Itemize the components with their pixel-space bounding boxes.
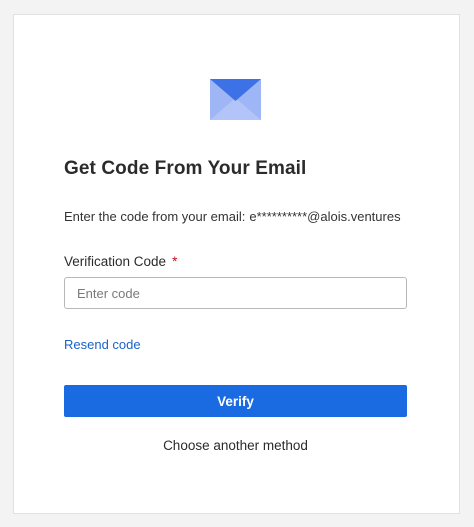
verify-button[interactable]: Verify bbox=[64, 385, 407, 417]
instructions-text: Enter the code from your email: e********… bbox=[64, 209, 401, 224]
resend-code-link[interactable]: Resend code bbox=[64, 337, 141, 352]
field-label-text: Verification Code bbox=[64, 254, 167, 269]
choose-another-method-link[interactable]: Choose another method bbox=[64, 438, 407, 453]
page-title: Get Code From Your Email bbox=[64, 158, 307, 179]
verification-code-label: Verification Code * bbox=[64, 254, 177, 269]
verification-code-input[interactable] bbox=[64, 277, 407, 309]
masked-email: e**********@alois.ventures bbox=[249, 209, 401, 224]
verification-card: Get Code From Your Email Enter the code … bbox=[13, 14, 460, 514]
instructions-prefix: Enter the code from your email: bbox=[64, 209, 246, 224]
mail-envelope-icon bbox=[210, 79, 261, 120]
required-marker: * bbox=[172, 254, 178, 269]
